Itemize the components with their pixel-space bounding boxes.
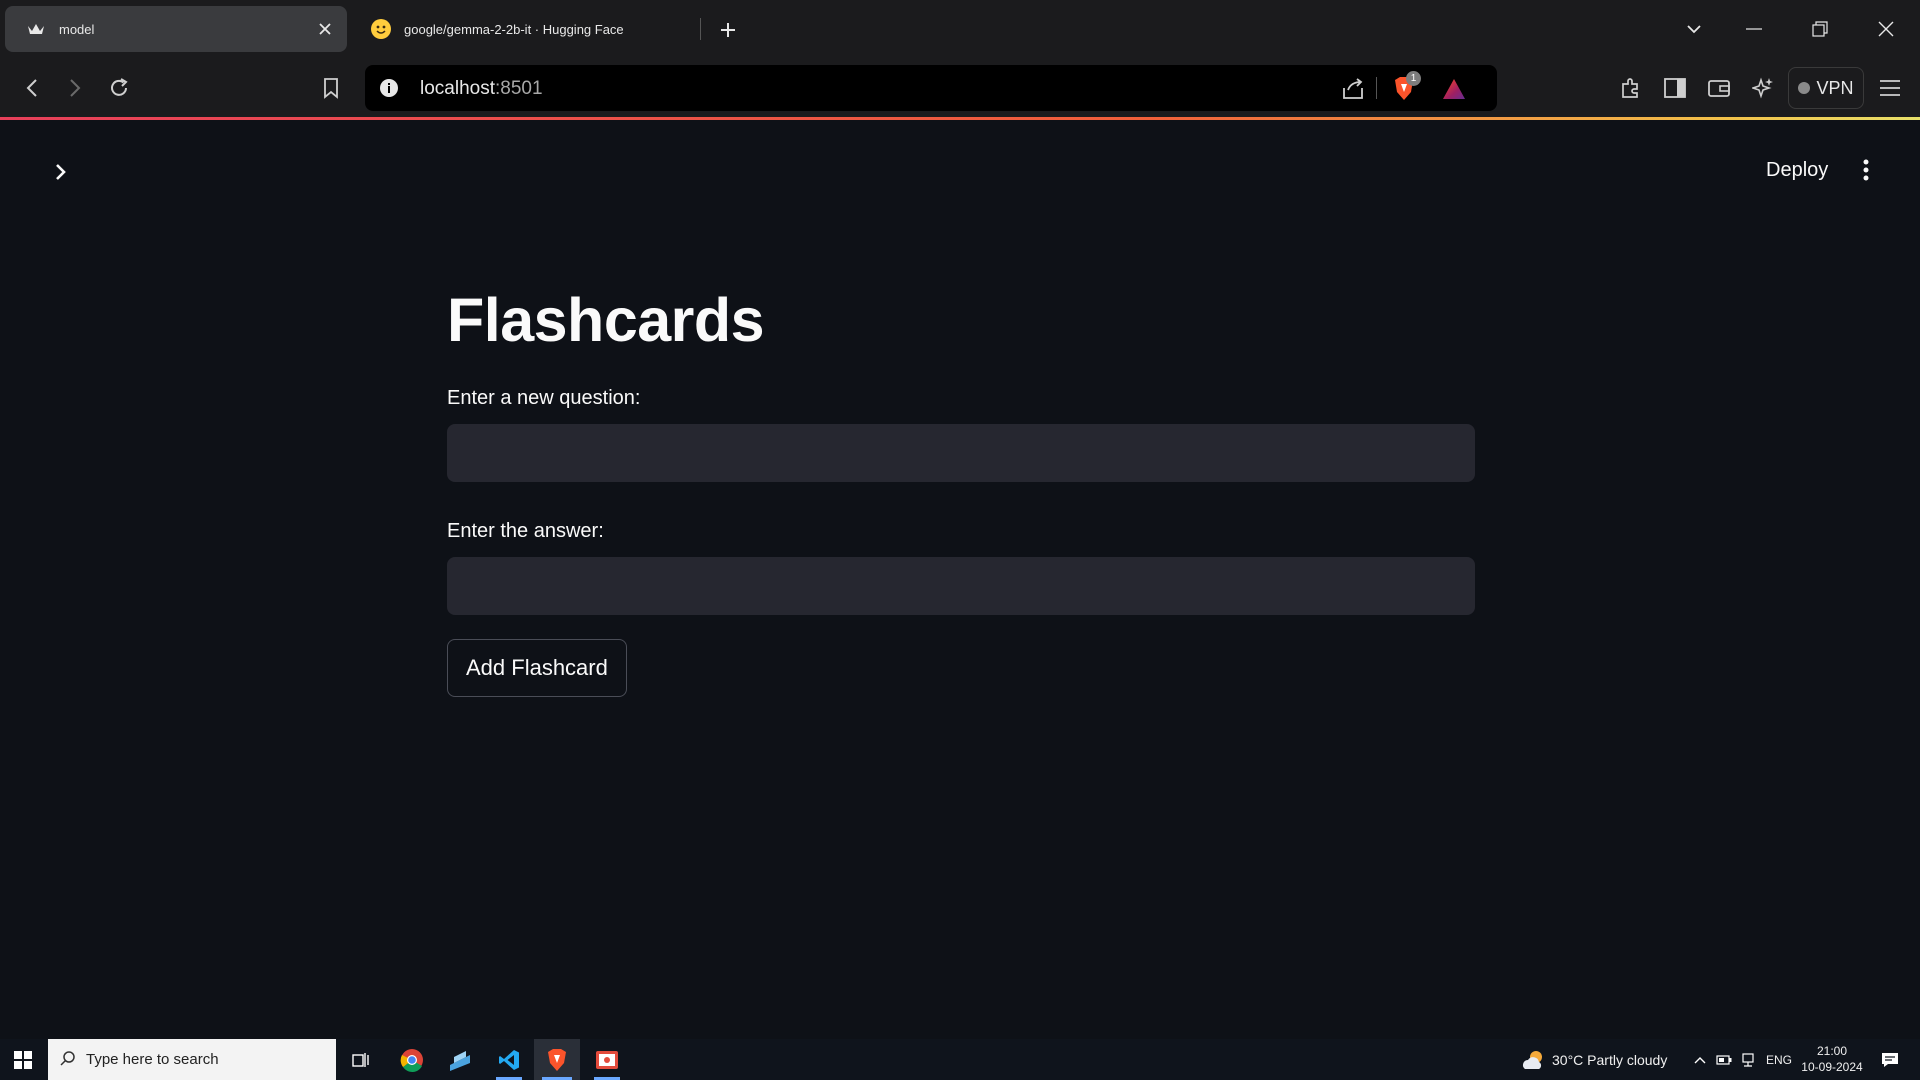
share-icon[interactable] bbox=[1338, 74, 1368, 104]
back-icon[interactable] bbox=[14, 70, 50, 106]
question-input[interactable] bbox=[447, 424, 1475, 482]
tab-search-chevron-icon[interactable] bbox=[1674, 10, 1714, 48]
tab-model[interactable]: model bbox=[5, 6, 347, 52]
reload-icon[interactable] bbox=[101, 70, 137, 106]
clock[interactable]: 21:00 10-09-2024 bbox=[1800, 1043, 1864, 1075]
sidebar-icon[interactable] bbox=[1657, 70, 1693, 106]
tray-chevron-up-icon[interactable] bbox=[1689, 1039, 1711, 1080]
close-window-icon[interactable] bbox=[1866, 10, 1906, 48]
screen-recorder-icon[interactable] bbox=[586, 1039, 628, 1080]
network-icon[interactable] bbox=[1737, 1039, 1759, 1080]
expand-sidebar-chevron-icon[interactable] bbox=[45, 156, 77, 188]
hugging-face-icon bbox=[370, 18, 392, 40]
windows-taskbar: Type here to search 30°C Partly cloudy E… bbox=[0, 1039, 1920, 1080]
main-content: Flashcards Enter a new question: Enter t… bbox=[447, 290, 1475, 697]
weather-icon[interactable] bbox=[1520, 1039, 1548, 1080]
leo-ai-icon[interactable] bbox=[1745, 70, 1781, 106]
shields-badge: 1 bbox=[1406, 71, 1421, 86]
restore-icon[interactable] bbox=[1800, 10, 1840, 48]
main-menu-kebab-icon[interactable] bbox=[1850, 154, 1882, 186]
wallet-icon[interactable] bbox=[1701, 70, 1737, 106]
answer-input[interactable] bbox=[447, 557, 1475, 615]
battery-icon[interactable] bbox=[1713, 1039, 1735, 1080]
file-app-icon[interactable] bbox=[439, 1039, 481, 1080]
brave-rewards-icon[interactable] bbox=[1439, 74, 1469, 104]
site-info-icon[interactable] bbox=[375, 74, 403, 102]
tab-hugging-face[interactable]: google/gemma-2-2b-it · Hugging Face bbox=[352, 6, 694, 52]
clock-date: 10-09-2024 bbox=[1801, 1060, 1863, 1074]
vpn-button[interactable]: VPN bbox=[1788, 67, 1864, 109]
vpn-status-icon bbox=[1798, 82, 1811, 94]
menu-icon[interactable] bbox=[1872, 70, 1908, 106]
deploy-button[interactable]: Deploy bbox=[1750, 152, 1844, 188]
add-flashcard-button[interactable]: Add Flashcard bbox=[447, 639, 627, 697]
question-label: Enter a new question: bbox=[447, 387, 641, 409]
extensions-icon[interactable] bbox=[1613, 70, 1649, 106]
task-view-icon[interactable] bbox=[344, 1039, 378, 1080]
forward-icon[interactable] bbox=[57, 70, 93, 106]
streamlit-crown-icon bbox=[25, 18, 47, 40]
close-tab-icon[interactable] bbox=[311, 15, 339, 43]
vscode-icon[interactable] bbox=[488, 1039, 530, 1080]
address-separator bbox=[1376, 77, 1377, 99]
new-tab-icon[interactable] bbox=[712, 14, 744, 46]
browser-toolbar: localhost:8501 1 VPN bbox=[0, 58, 1920, 118]
page-title: Flashcards bbox=[447, 286, 765, 354]
url-host: localhost bbox=[420, 78, 495, 99]
tab-title: google/gemma-2-2b-it · Hugging Face bbox=[404, 21, 624, 37]
clock-time: 21:00 bbox=[1816, 1044, 1848, 1058]
brave-shields-icon[interactable]: 1 bbox=[1389, 71, 1421, 104]
answer-label: Enter the answer: bbox=[447, 520, 604, 542]
chrome-icon[interactable] bbox=[391, 1039, 433, 1080]
bookmark-icon[interactable] bbox=[313, 70, 349, 106]
taskbar-search[interactable]: Type here to search bbox=[48, 1039, 336, 1080]
search-placeholder: Type here to search bbox=[86, 1051, 219, 1068]
brave-taskbar-icon[interactable] bbox=[534, 1039, 580, 1080]
tab-title: model bbox=[59, 21, 95, 37]
language-indicator[interactable]: ENG bbox=[1766, 1039, 1792, 1080]
windows-start-icon[interactable] bbox=[0, 1039, 46, 1080]
minimize-icon[interactable] bbox=[1734, 10, 1774, 48]
vpn-label: VPN bbox=[1816, 77, 1854, 98]
tab-separator bbox=[700, 18, 701, 40]
url-text: localhost:8501 bbox=[420, 78, 543, 100]
notifications-icon[interactable] bbox=[1875, 1039, 1905, 1080]
weather-text[interactable]: 30°C Partly cloudy bbox=[1552, 1039, 1667, 1080]
search-icon bbox=[60, 1050, 76, 1070]
url-port: :8501 bbox=[495, 78, 543, 99]
browser-tab-strip: model google/gemma-2-2b-it · Hugging Fac… bbox=[0, 0, 1920, 58]
address-bar[interactable]: localhost:8501 1 bbox=[365, 65, 1497, 111]
streamlit-app: Deploy Flashcards Enter a new question: … bbox=[0, 120, 1920, 1039]
